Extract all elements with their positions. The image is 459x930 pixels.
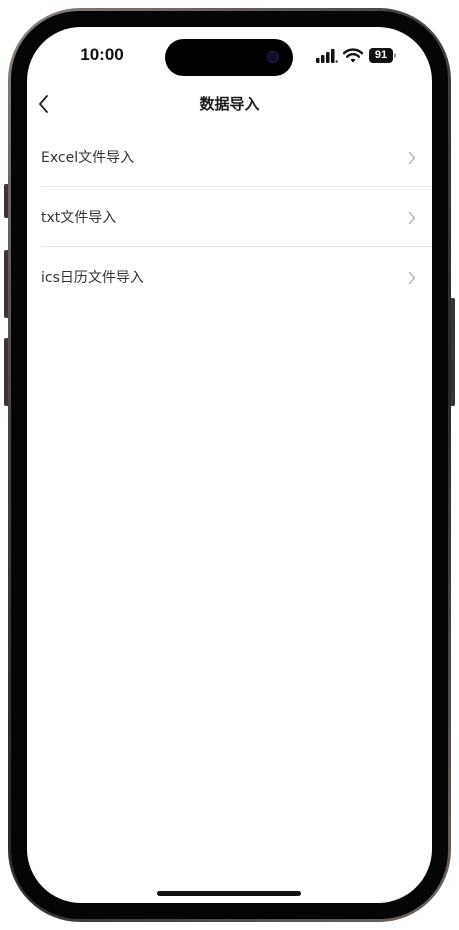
battery-tip [394,53,396,58]
battery-icon: 91 [369,48,397,63]
status-time: 10:00 [80,45,124,64]
list-item-label: txt文件导入 [41,210,117,226]
device-mockup: 10:00 91 数据导入 Excel文件导入 txt文件导入 ics日历文件导… [0,0,459,930]
list-item-ics-import[interactable]: ics日历文件导入 [27,247,432,307]
page-title: 数据导入 [199,95,260,113]
chevron-right-icon [408,211,416,225]
list-item-label: Excel文件导入 [41,150,135,166]
battery-level: 91 [369,48,393,63]
list-item-label: ics日历文件导入 [41,270,144,286]
list-item-txt-import[interactable]: txt文件导入 [27,187,432,247]
home-indicator[interactable] [157,891,301,896]
wifi-icon [343,48,363,63]
status-icons: 91 [316,47,406,65]
signal-icon [316,49,338,63]
list-item-excel-import[interactable]: Excel文件导入 [27,127,432,187]
camera-icon [267,51,279,63]
dynamic-island [165,39,293,76]
chevron-right-icon [408,271,416,285]
import-options-list: Excel文件导入 txt文件导入 ics日历文件导入 [27,127,432,307]
chevron-right-icon [408,151,416,165]
screen: 10:00 91 数据导入 Excel文件导入 txt文件导入 ics日历文件导… [27,27,432,903]
